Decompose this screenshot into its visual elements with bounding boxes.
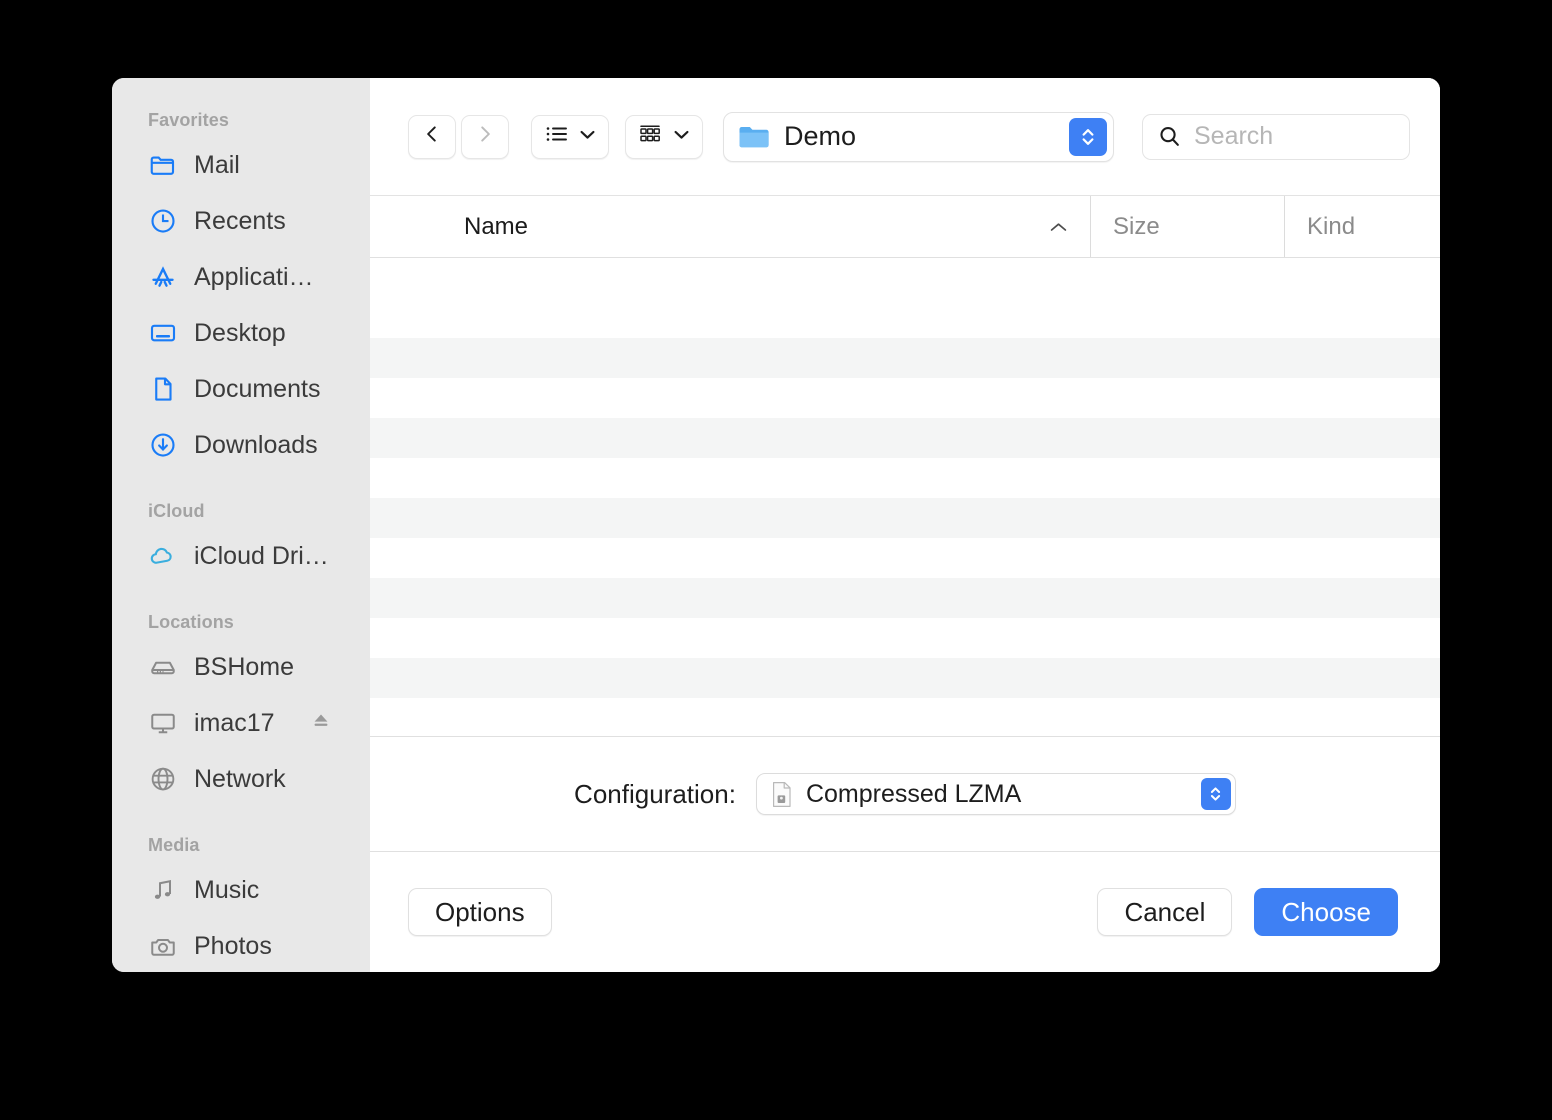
sidebar-item-label: Desktop	[194, 320, 286, 346]
table-row[interactable]	[370, 458, 1440, 498]
document-icon	[148, 374, 178, 404]
footer-button-bar: Options Cancel Choose	[370, 851, 1440, 972]
column-header-kind[interactable]: Kind	[1284, 196, 1440, 257]
search-input[interactable]	[1194, 122, 1395, 151]
chevron-up-icon	[1049, 213, 1068, 241]
sidebar-item-label: Documents	[194, 376, 321, 402]
chevron-down-icon	[579, 128, 596, 146]
table-row[interactable]	[370, 658, 1440, 698]
download-icon	[148, 430, 178, 460]
table-row[interactable]	[370, 418, 1440, 458]
desktop-icon	[148, 318, 178, 348]
sidebar-item-photos[interactable]: Photos	[112, 918, 370, 972]
document-icon	[769, 781, 794, 808]
chevron-left-icon	[421, 123, 443, 150]
table-row[interactable]	[370, 378, 1440, 418]
table-row[interactable]	[370, 698, 1440, 736]
grid-view-icon	[638, 123, 664, 150]
sidebar-section-header-media: Media	[148, 835, 200, 855]
table-row[interactable]	[370, 618, 1440, 658]
file-chooser-dialog: Favorites Mail Recents Applicati… Deskto…	[112, 78, 1440, 972]
group-view-button[interactable]	[625, 114, 703, 159]
choose-button[interactable]: Choose	[1254, 888, 1398, 936]
toolbar: Demo	[370, 78, 1440, 196]
search-icon	[1157, 124, 1182, 149]
column-header-name-label: Name	[464, 212, 529, 240]
column-headers: Name Size Kind	[370, 196, 1440, 258]
file-list[interactable]	[370, 258, 1440, 736]
column-header-size-label: Size	[1113, 212, 1160, 240]
sidebar-item-music[interactable]: Music	[112, 862, 370, 918]
table-row[interactable]	[370, 338, 1440, 378]
search-field[interactable]	[1142, 113, 1410, 160]
sidebar-item-network[interactable]: Network	[112, 751, 370, 807]
column-header-name[interactable]: Name	[370, 196, 1090, 257]
sidebar-section-header-locations: Locations	[148, 612, 234, 632]
configuration-value: Compressed LZMA	[805, 779, 1022, 808]
table-row[interactable]	[370, 578, 1440, 618]
list-view-button[interactable]	[531, 114, 609, 159]
content-pane: Demo Name	[370, 78, 1440, 972]
sidebar-item-label: imac17	[194, 710, 275, 736]
configuration-stepper-icon[interactable]	[1200, 778, 1231, 810]
chevron-right-icon	[474, 123, 496, 150]
column-header-kind-label: Kind	[1307, 212, 1356, 240]
chevron-down-icon	[673, 128, 690, 146]
cloud-icon	[148, 541, 178, 571]
table-row[interactable]	[370, 298, 1440, 338]
eject-icon[interactable]	[310, 710, 332, 737]
sidebar-item-label: Music	[194, 877, 260, 903]
path-label: Demo	[784, 121, 857, 151]
sidebar-section-header-favorites: Favorites	[148, 110, 229, 130]
sidebar-item-icloud-drive[interactable]: iCloud Dri…	[112, 528, 370, 584]
sidebar-item-label: Applicati…	[194, 264, 314, 290]
list-view-icon	[544, 123, 570, 150]
globe-icon	[148, 764, 178, 794]
navigation-buttons	[408, 114, 509, 159]
forward-button[interactable]	[461, 114, 509, 159]
camera-icon	[148, 931, 178, 961]
sidebar-item-label: Network	[194, 766, 286, 792]
sidebar-item-applications[interactable]: Applicati…	[112, 249, 370, 305]
table-row[interactable]	[370, 538, 1440, 578]
path-stepper-icon[interactable]	[1069, 117, 1107, 156]
clock-icon	[148, 206, 178, 236]
table-row[interactable]	[370, 498, 1440, 538]
sidebar-item-label: iCloud Dri…	[194, 543, 329, 569]
sidebar-item-recents[interactable]: Recents	[112, 193, 370, 249]
sidebar-item-label: Downloads	[194, 432, 318, 458]
sidebar-item-desktop[interactable]: Desktop	[112, 305, 370, 361]
sidebar-item-bshome[interactable]: BSHome	[112, 639, 370, 695]
sidebar-item-label: Photos	[194, 933, 272, 959]
display-icon	[148, 708, 178, 738]
sidebar-section-header-icloud: iCloud	[148, 501, 205, 521]
sidebar-item-downloads[interactable]: Downloads	[112, 417, 370, 473]
back-button[interactable]	[408, 114, 456, 159]
sidebar-item-label: BSHome	[194, 654, 295, 680]
harddisk-icon	[148, 652, 178, 682]
folder-icon	[148, 150, 178, 180]
accessory-view: Configuration: Compressed LZMA	[370, 736, 1440, 851]
configuration-label: Configuration:	[574, 778, 736, 809]
path-popup-button[interactable]: Demo	[723, 111, 1114, 162]
music-note-icon	[148, 875, 178, 905]
sidebar-item-mail[interactable]: Mail	[112, 137, 370, 193]
sidebar-item-documents[interactable]: Documents	[112, 361, 370, 417]
table-row[interactable]	[370, 258, 1440, 298]
sidebar-item-imac17[interactable]: imac17	[112, 695, 370, 751]
folder-icon	[738, 123, 770, 150]
app-store-icon	[148, 262, 178, 292]
sidebar-item-label: Recents	[194, 208, 286, 234]
column-header-size[interactable]: Size	[1090, 196, 1284, 257]
configuration-popup-button[interactable]: Compressed LZMA	[755, 773, 1236, 815]
options-button[interactable]: Options	[408, 888, 552, 936]
sidebar-item-label: Mail	[194, 152, 240, 178]
cancel-button[interactable]: Cancel	[1097, 888, 1233, 936]
sidebar: Favorites Mail Recents Applicati… Deskto…	[112, 78, 370, 972]
